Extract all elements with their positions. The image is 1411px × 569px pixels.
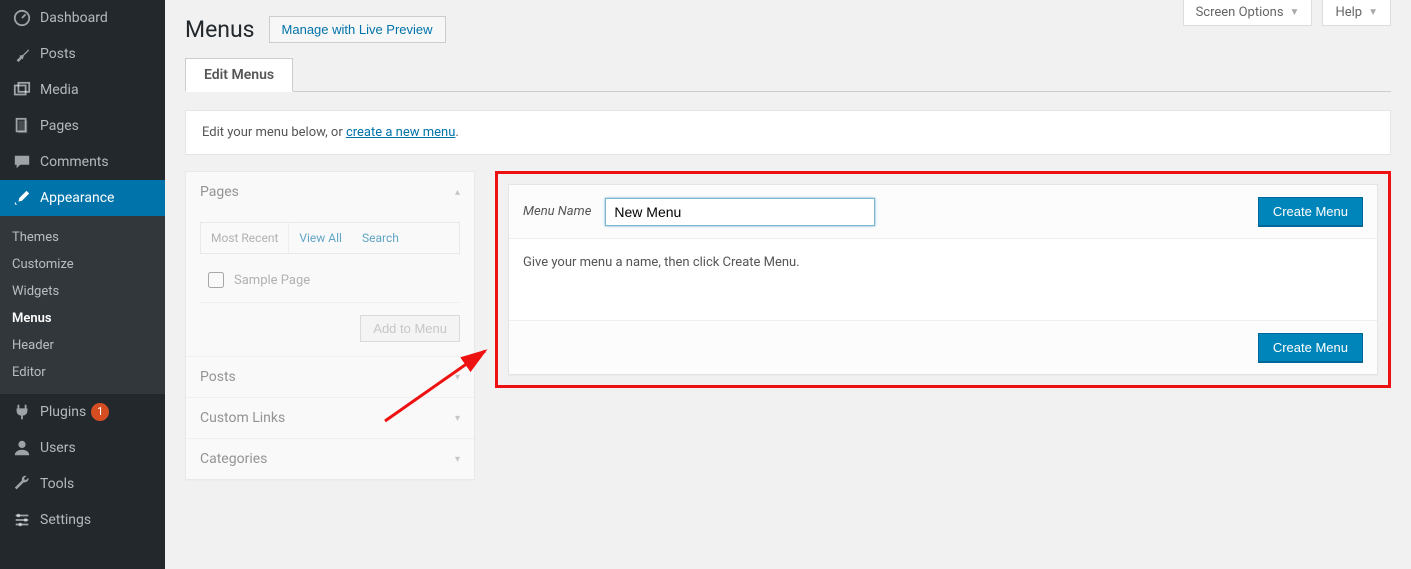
metabox-pages: Pages ▴ Most Recent View All Search Samp… — [185, 171, 475, 480]
page-item-row[interactable]: Sample Page — [200, 266, 460, 302]
live-preview-button[interactable]: Manage with Live Preview — [269, 16, 446, 43]
sidebar-item-tools[interactable]: Tools — [0, 466, 165, 502]
chevron-down-icon: ▼ — [1368, 7, 1378, 18]
tab-view-all[interactable]: View All — [289, 223, 352, 253]
screen-options-toggle[interactable]: Screen Options ▼ — [1183, 0, 1313, 26]
media-icon — [12, 80, 32, 100]
page-item-checkbox[interactable] — [208, 272, 224, 288]
create-menu-link[interactable]: create a new menu — [346, 125, 455, 140]
sub-item-editor[interactable]: Editor — [0, 359, 165, 386]
sidebar-label: Posts — [40, 46, 76, 62]
tab-most-recent[interactable]: Most Recent — [201, 223, 289, 253]
nav-tabs: Edit Menus — [185, 58, 1391, 92]
sidebar-label: Settings — [40, 512, 91, 528]
highlight-annotation: Menu Name Create Menu Give your menu a n… — [495, 171, 1391, 388]
plugins-badge: 1 — [91, 403, 109, 421]
dashboard-icon — [12, 8, 32, 28]
metabox-title: Pages — [200, 184, 239, 200]
sub-item-header[interactable]: Header — [0, 332, 165, 359]
sidebar-item-comments[interactable]: Comments — [0, 144, 165, 180]
notice-suffix: . — [455, 125, 458, 140]
sidebar-label: Appearance — [40, 190, 114, 206]
menu-items-column: Pages ▴ Most Recent View All Search Samp… — [185, 171, 475, 480]
sidebar-item-dashboard[interactable]: Dashboard — [0, 0, 165, 36]
pages-tabs: Most Recent View All Search — [200, 222, 460, 254]
metabox-title: Categories — [200, 451, 267, 467]
menu-editor-box: Menu Name Create Menu Give your menu a n… — [508, 184, 1378, 375]
tab-search[interactable]: Search — [352, 223, 409, 253]
chevron-down-icon: ▼ — [1290, 7, 1300, 18]
edit-menu-notice: Edit your menu below, or create a new me… — [185, 110, 1391, 155]
page-item-label: Sample Page — [234, 273, 310, 288]
menu-editor-body: Give your menu a name, then click Create… — [509, 239, 1377, 320]
menu-editor-header: Menu Name Create Menu — [509, 185, 1377, 239]
sidebar-item-pages[interactable]: Pages — [0, 108, 165, 144]
sidebar-label: Pages — [40, 118, 79, 134]
create-menu-button-top[interactable]: Create Menu — [1258, 197, 1363, 226]
sidebar-label: Media — [40, 82, 79, 98]
page-title: Menus — [185, 16, 255, 43]
chevron-up-icon: ▴ — [455, 187, 460, 198]
sidebar-label: Tools — [40, 476, 74, 492]
main-content: Screen Options ▼ Help ▼ Menus Manage wit… — [165, 0, 1411, 569]
menu-name-input[interactable] — [605, 198, 875, 226]
menu-instruction: Give your menu a name, then click Create… — [523, 255, 800, 270]
admin-sidebar: Dashboard Posts Media Pages Comments App… — [0, 0, 165, 569]
sidebar-label: Comments — [40, 154, 109, 170]
comment-icon — [12, 152, 32, 172]
metabox-pages-header[interactable]: Pages ▴ — [186, 172, 474, 212]
sub-item-themes[interactable]: Themes — [0, 224, 165, 251]
page-icon — [12, 116, 32, 136]
screen-options-label: Screen Options — [1196, 5, 1284, 20]
sub-item-widgets[interactable]: Widgets — [0, 278, 165, 305]
create-menu-button-bottom[interactable]: Create Menu — [1258, 333, 1363, 362]
tab-edit-menus[interactable]: Edit Menus — [185, 58, 293, 92]
sidebar-item-settings[interactable]: Settings — [0, 502, 165, 538]
sidebar-item-appearance[interactable]: Appearance — [0, 180, 165, 216]
metabox-custom-links-header[interactable]: Custom Links ▾ — [186, 397, 474, 438]
chevron-down-icon: ▾ — [455, 413, 460, 424]
metabox-title: Custom Links — [200, 410, 285, 426]
help-toggle[interactable]: Help ▼ — [1322, 0, 1391, 26]
sidebar-label: Dashboard — [40, 10, 108, 26]
metabox-posts-header[interactable]: Posts ▾ — [186, 356, 474, 397]
sidebar-item-plugins[interactable]: Plugins 1 — [0, 394, 165, 430]
metabox-title: Posts — [200, 369, 236, 385]
sliders-icon — [12, 510, 32, 530]
plug-icon — [12, 402, 32, 422]
help-label: Help — [1335, 5, 1362, 20]
chevron-down-icon: ▾ — [455, 454, 460, 465]
chevron-down-icon: ▾ — [455, 372, 460, 383]
pin-icon — [12, 44, 32, 64]
sidebar-label: Users — [40, 440, 76, 456]
sidebar-label: Plugins — [40, 404, 86, 420]
menu-name-label: Menu Name — [523, 204, 591, 219]
sub-item-menus[interactable]: Menus — [0, 305, 165, 332]
wrench-icon — [12, 474, 32, 494]
menu-editor-footer: Create Menu — [509, 320, 1377, 374]
appearance-submenu: Themes Customize Widgets Menus Header Ed… — [0, 216, 165, 394]
menu-editor-column: Menu Name Create Menu Give your menu a n… — [495, 171, 1391, 388]
sidebar-item-media[interactable]: Media — [0, 72, 165, 108]
user-icon — [12, 438, 32, 458]
notice-prefix: Edit your menu below, or — [202, 125, 346, 140]
metabox-categories-header[interactable]: Categories ▾ — [186, 438, 474, 479]
sidebar-item-users[interactable]: Users — [0, 430, 165, 466]
sub-item-customize[interactable]: Customize — [0, 251, 165, 278]
sidebar-item-posts[interactable]: Posts — [0, 36, 165, 72]
screen-meta-links: Screen Options ▼ Help ▼ — [1183, 0, 1391, 26]
brush-icon — [12, 188, 32, 208]
add-to-menu-button: Add to Menu — [360, 315, 460, 342]
